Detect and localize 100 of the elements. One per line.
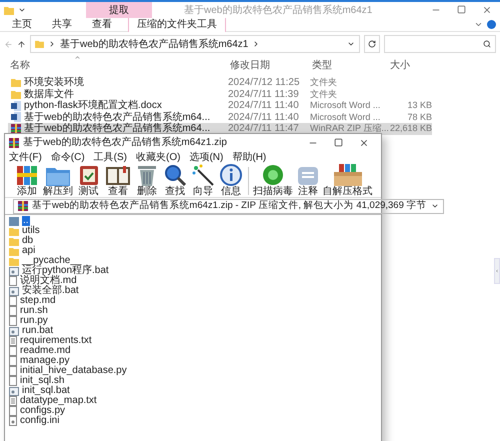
menu-item[interactable]: 文件(F) (9, 151, 42, 164)
settings-file-icon (9, 416, 17, 426)
file-row[interactable]: 数据库文件 2024/7/11 11:39 文件夹 (8, 88, 432, 100)
maximize-icon[interactable] (457, 5, 466, 14)
gear-file-icon (9, 326, 19, 336)
toolbar-button[interactable]: 查看 (102, 163, 133, 197)
archive-item[interactable]: requirements.txt (5, 336, 381, 346)
menu-item[interactable]: 帮助(H) (232, 151, 266, 164)
ribbon-tab[interactable]: 压缩的文件夹工具 (128, 18, 226, 32)
archive-item[interactable]: .. (5, 216, 381, 226)
archive-item[interactable]: run.bat (5, 326, 381, 336)
file-row[interactable]: 环境安装环境 2024/7/12 11:25 文件夹 (8, 77, 432, 88)
dropdown-icon[interactable] (347, 40, 355, 48)
ribbon-tab[interactable]: 共享 (44, 18, 80, 32)
toolbar-button[interactable]: 注释 (294, 163, 322, 197)
menu-item[interactable]: 命令(C) (50, 151, 85, 164)
archive-item[interactable]: 运行python程序.bat (5, 266, 381, 276)
file-type: WinRAR ZIP 压缩... (310, 123, 389, 134)
archive-item[interactable]: run.py (5, 316, 381, 326)
book-icon (104, 166, 131, 186)
toolbar-button[interactable]: 测试 (74, 163, 103, 197)
archive-item[interactable]: 安装全部.bat (5, 286, 381, 296)
expand-ribbon-icon[interactable] (474, 20, 483, 29)
path-segment[interactable]: 基于web的助农特色农产品销售系统m64z1 (60, 36, 248, 52)
archive-icon (18, 201, 28, 211)
magnifier-icon (164, 164, 186, 186)
file-row[interactable]: python-flask环境配置文档.docx 2024/7/11 11:40 Microsoft Word ... 13 KB (8, 100, 432, 112)
archive-item[interactable]: __pycache__ (5, 256, 381, 266)
file-date: 2024/7/11 11:39 (228, 88, 299, 100)
window-title: 基于web的助农特色农产品销售系统m64z1 (184, 4, 372, 18)
quick-access-caret-icon[interactable] (18, 6, 26, 14)
up-folder-icon (9, 216, 19, 226)
ribbon-tab[interactable]: 主页 (4, 18, 40, 32)
dropdown-icon[interactable] (430, 202, 439, 210)
document-icon (11, 100, 21, 111)
menu-item[interactable]: 收藏夹(O) (136, 151, 180, 164)
archive-item[interactable]: datatype_map.txt (5, 396, 381, 406)
archive-item[interactable]: readme.md (5, 346, 381, 356)
archive-item[interactable]: init_sql.sh (5, 376, 381, 386)
refresh-button[interactable] (364, 35, 380, 53)
toolbar-button[interactable]: 解压到 (41, 163, 75, 197)
toolbar-button[interactable]: 自解压格式 (322, 163, 373, 197)
menu-item[interactable]: 选项(N) (189, 151, 224, 164)
help-icon[interactable] (487, 20, 496, 29)
search-field[interactable] (384, 35, 496, 53)
up-icon[interactable] (17, 40, 26, 48)
sort-icon (74, 54, 81, 61)
toolbar-button[interactable]: 信息 (217, 163, 245, 197)
toolbar-button[interactable]: 扫描病毒 (252, 163, 294, 197)
file-type: Microsoft Word ... (310, 112, 380, 122)
archive-path-field[interactable]: 基于web的助农特色农产品销售系统m64z1.zip - ZIP 压缩文件, 解包大小为 41,029,369 字节 (13, 198, 444, 214)
close-icon[interactable] (359, 138, 369, 148)
file-name: 环境安装环境 (24, 77, 84, 88)
file-icon (9, 406, 17, 416)
archive-item[interactable]: 说明文档.md (5, 276, 381, 286)
file-type: 文件夹 (310, 77, 337, 88)
archive-item[interactable]: utils (5, 226, 381, 236)
file-row[interactable]: 基于web的助农特色农产品销售系统m64... 2024/7/11 11:40 Microsoft Word ... 78 KB (8, 112, 432, 123)
toolbar-button[interactable]: 查找 (161, 163, 189, 197)
archive-icon (9, 138, 19, 148)
clipboard-icon (78, 164, 99, 186)
archive-icon (11, 124, 21, 134)
orb-icon (262, 164, 284, 186)
context-tab-header: 提取 (86, 2, 152, 18)
archive-item[interactable]: initial_hive_database.py (5, 366, 381, 376)
gear-file-icon (9, 266, 19, 276)
archive-item[interactable]: manage.py (5, 356, 381, 366)
archive-item[interactable]: api (5, 246, 381, 256)
search-icon (483, 40, 491, 48)
ribbon-tab[interactable]: 查看 (84, 18, 120, 32)
file-size: 22,618 KB (390, 123, 432, 134)
text-file-icon (9, 336, 17, 346)
archive-item[interactable]: config.ini (5, 416, 381, 426)
note-icon (297, 166, 320, 186)
archive-item[interactable]: step.md (5, 296, 381, 306)
toolbar-button[interactable]: 向导 (189, 163, 217, 197)
close-icon[interactable] (482, 5, 492, 15)
menu-item[interactable]: 工具(S) (94, 151, 128, 164)
toolbar-button[interactable]: 添加 (13, 163, 41, 197)
wand-icon (192, 164, 214, 186)
archive-item[interactable]: configs.py (5, 406, 381, 416)
column-header[interactable]: 名称 (10, 58, 228, 72)
text-file-icon (9, 396, 17, 406)
document-icon (11, 112, 21, 122)
column-header[interactable]: 修改日期 (228, 58, 310, 72)
column-header[interactable]: 大小 (388, 58, 433, 72)
file-name: 数据库文件 (24, 88, 74, 100)
gear-file-icon (9, 386, 19, 396)
maximize-icon[interactable] (334, 138, 343, 146)
archive-item[interactable]: db (5, 236, 381, 246)
books-icon (16, 164, 38, 186)
toolbar-button[interactable]: 删除 (133, 163, 161, 197)
gear-file-icon (9, 286, 19, 296)
file-date: 2024/7/11 11:40 (228, 100, 299, 112)
info-icon (220, 164, 242, 186)
archive-item[interactable]: init_sql.bat (5, 386, 381, 396)
column-header[interactable]: 类型 (310, 58, 388, 72)
address-field[interactable]: 基于web的助农特色农产品销售系统m64z1 (30, 35, 360, 53)
archive-item[interactable]: run.sh (5, 306, 381, 316)
file-name: 基于web的助农特色农产品销售系统m64... (24, 123, 210, 134)
